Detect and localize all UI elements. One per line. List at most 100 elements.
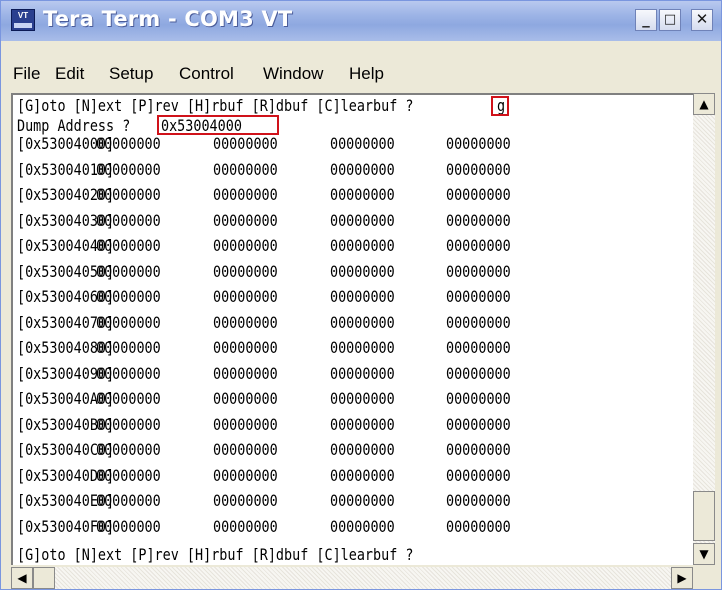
dump-value-cell: 00000000 [330, 134, 395, 153]
dump-value-cell: 00000000 [330, 364, 395, 383]
close-button[interactable]: ✕ [691, 9, 713, 31]
scroll-down-button[interactable]: ▼ [693, 543, 715, 565]
dump-value-cell: 00000000 [96, 517, 161, 536]
dump-value-cell: 00000000 [446, 236, 511, 255]
dump-value-cell: 00000000 [96, 313, 161, 332]
dump-value-cell: 00000000 [213, 236, 278, 255]
vertical-scrollbar[interactable]: ▲ ▼ [693, 93, 715, 565]
dump-value-cell: 00000000 [213, 160, 278, 179]
dump-value-cell: 00000000 [96, 262, 161, 281]
teraterm-app-icon[interactable]: VT [11, 9, 35, 31]
scroll-up-button[interactable]: ▲ [693, 93, 715, 115]
dump-value-cell: 00000000 [446, 517, 511, 536]
dump-value-cell: 00000000 [213, 185, 278, 204]
maximize-button[interactable]: □ [659, 9, 681, 31]
menubar-spacer [1, 41, 721, 61]
menu-edit[interactable]: Edit [55, 64, 84, 84]
dump-address-label: Dump Address ? [17, 116, 131, 135]
dump-value-cell: 00000000 [96, 364, 161, 383]
minimize-button[interactable]: _ [635, 9, 657, 31]
dump-value-cell: 00000000 [96, 415, 161, 434]
dump-value-cell: 00000000 [213, 134, 278, 153]
dump-value-cell: 00000000 [330, 491, 395, 510]
scroll-left-button[interactable]: ◀ [11, 567, 33, 589]
dump-value-cell: 00000000 [446, 185, 511, 204]
dump-value-cell: 00000000 [96, 466, 161, 485]
dump-value-cell: 00000000 [446, 415, 511, 434]
dump-value-cell: 00000000 [96, 491, 161, 510]
dump-value-cell: 00000000 [446, 262, 511, 281]
dump-value-cell: 00000000 [213, 466, 278, 485]
dump-value-cell: 00000000 [330, 389, 395, 408]
arrow-up-icon: ▲ [699, 97, 709, 111]
scroll-right-button[interactable]: ▶ [671, 567, 693, 589]
app-icon-text: VT [17, 11, 29, 20]
dump-value-cell: 00000000 [96, 440, 161, 459]
dump-value-cell: 00000000 [330, 415, 395, 434]
horizontal-scrollbar[interactable]: ◀ ▶ [11, 567, 693, 589]
dump-value-cell: 00000000 [96, 211, 161, 230]
dump-value-cell: 00000000 [446, 287, 511, 306]
dump-address-highlight [157, 115, 279, 135]
resize-grip[interactable] [693, 567, 715, 589]
dump-value-cell: 00000000 [330, 313, 395, 332]
close-icon: ✕ [695, 10, 709, 28]
dump-value-cell: 00000000 [446, 313, 511, 332]
arrow-right-icon: ▶ [677, 571, 687, 585]
prompt-input-highlight [491, 96, 509, 116]
dump-value-cell: 00000000 [96, 160, 161, 179]
maximize-icon: □ [663, 12, 677, 27]
horizontal-scroll-thumb[interactable] [33, 567, 55, 589]
menu-setup[interactable]: Setup [109, 64, 153, 84]
dump-value-cell: 00000000 [213, 415, 278, 434]
dump-value-cell: 00000000 [213, 364, 278, 383]
dump-value-cell: 00000000 [330, 160, 395, 179]
dump-value-cell: 00000000 [96, 287, 161, 306]
dump-value-cell: 00000000 [213, 517, 278, 536]
menu-window[interactable]: Window [263, 64, 323, 84]
dump-value-cell: 00000000 [213, 338, 278, 357]
dump-value-cell: 00000000 [446, 466, 511, 485]
dump-value-cell: 00000000 [96, 134, 161, 153]
dump-value-cell: 00000000 [446, 389, 511, 408]
dump-value-cell: 00000000 [96, 338, 161, 357]
dump-value-cell: 00000000 [213, 211, 278, 230]
window-title: Tera Term - COM3 VT [43, 7, 293, 31]
teraterm-window: VT Tera Term - COM3 VT _ □ ✕ File Edit S… [0, 0, 722, 590]
vertical-scroll-thumb[interactable] [693, 491, 715, 541]
dump-value-cell: 00000000 [446, 440, 511, 459]
dump-value-cell: 00000000 [330, 262, 395, 281]
dump-value-cell: 00000000 [446, 338, 511, 357]
dump-value-cell: 00000000 [330, 338, 395, 357]
dump-value-cell: 00000000 [330, 185, 395, 204]
dump-value-cell: 00000000 [330, 440, 395, 459]
menu-file[interactable]: File [13, 64, 40, 84]
dump-value-cell: 00000000 [96, 389, 161, 408]
dump-value-cell: 00000000 [446, 491, 511, 510]
menu-help[interactable]: Help [349, 64, 384, 84]
dump-value-cell: 00000000 [330, 236, 395, 255]
arrow-left-icon: ◀ [17, 571, 27, 585]
title-bar[interactable]: VT Tera Term - COM3 VT _ □ ✕ [1, 1, 721, 41]
dump-value-cell: 00000000 [330, 211, 395, 230]
app-icon-bar [14, 23, 32, 28]
minimize-icon: _ [642, 10, 650, 28]
dump-value-cell: 00000000 [446, 134, 511, 153]
dump-value-cell: 00000000 [213, 491, 278, 510]
dump-value-cell: 00000000 [213, 262, 278, 281]
dump-value-cell: 00000000 [96, 185, 161, 204]
final-prompt-line: [G]oto [N]ext [P]rev [H]rbuf [R]dbuf [C]… [17, 545, 414, 564]
arrow-down-icon: ▼ [699, 547, 709, 561]
dump-value-cell: 00000000 [213, 287, 278, 306]
prompt-line: [G]oto [N]ext [P]rev [H]rbuf [R]dbuf [C]… [17, 96, 414, 115]
dump-value-cell: 00000000 [330, 466, 395, 485]
dump-value-cell: 00000000 [213, 389, 278, 408]
dump-value-cell: 00000000 [96, 236, 161, 255]
dump-value-cell: 00000000 [446, 211, 511, 230]
terminal-screen[interactable]: [G]oto [N]ext [P]rev [H]rbuf [R]dbuf [C]… [11, 93, 693, 565]
menu-control[interactable]: Control [179, 64, 234, 84]
dump-value-cell: 00000000 [330, 287, 395, 306]
dump-value-cell: 00000000 [213, 440, 278, 459]
dump-value-cell: 00000000 [446, 160, 511, 179]
dump-value-cell: 00000000 [213, 313, 278, 332]
